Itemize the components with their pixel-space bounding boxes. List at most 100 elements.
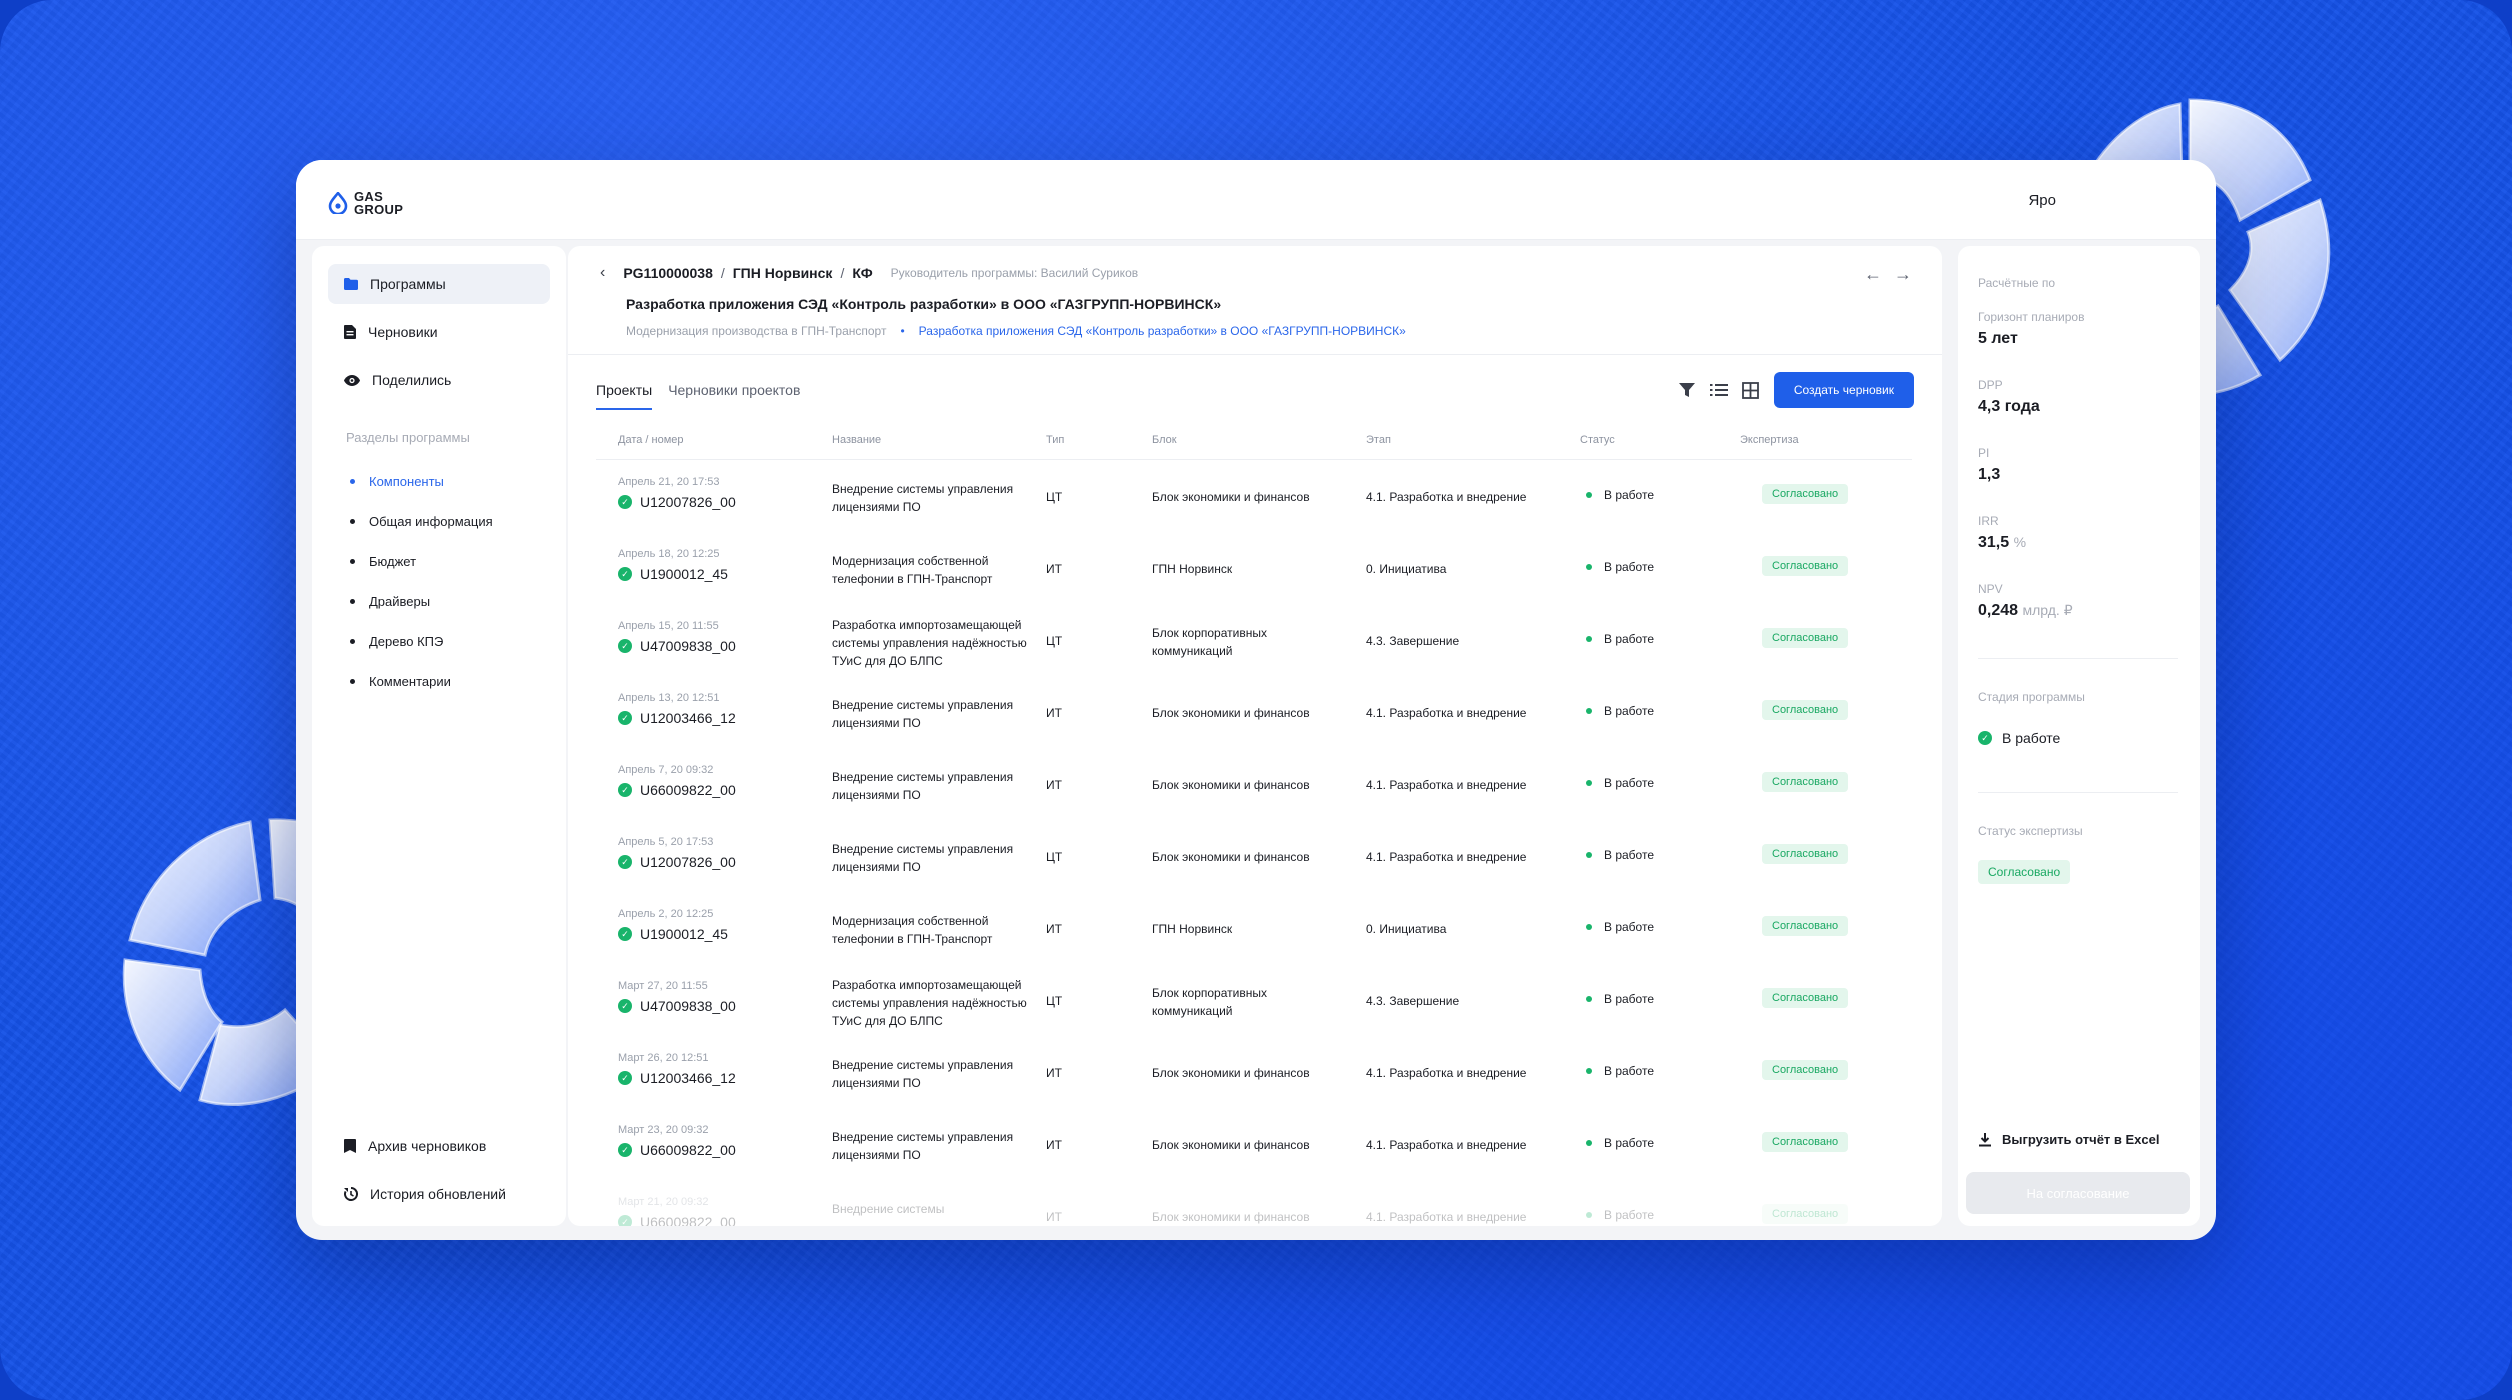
bullet-icon	[350, 479, 355, 484]
archive-icon	[344, 1139, 356, 1153]
column-header-block[interactable]: Блок	[1152, 434, 1177, 446]
arrow-left-icon[interactable]: ←	[1864, 264, 1882, 285]
row-code[interactable]: ✓ U12007826_00	[618, 494, 736, 510]
parent-program[interactable]: Модернизация производства в ГПН-Транспор…	[626, 324, 886, 338]
table-row[interactable]: Март 21, 20 09:32 ✓ U66009822_00 Внедрение …	[596, 1180, 1912, 1226]
row-code[interactable]: ✓ U66009822_00	[618, 1214, 736, 1226]
column-header-date[interactable]: Дата / номер	[618, 434, 684, 446]
list-view-icon[interactable]	[1709, 381, 1728, 399]
column-header-status[interactable]: Статус	[1580, 434, 1615, 446]
row-code[interactable]: ✓ U66009822_00	[618, 1142, 736, 1158]
filter-icon[interactable]	[1678, 381, 1696, 399]
status-dot-icon	[1586, 924, 1592, 930]
row-type: ИТ	[1046, 562, 1062, 576]
check-icon: ✓	[1978, 731, 1992, 745]
table-row[interactable]: Апрель 15, 20 11:55 ✓ U47009838_00 Разработ…	[596, 604, 1912, 676]
table-row[interactable]: Апрель 7, 20 09:32 ✓ U66009822_00 Внедрение…	[596, 748, 1912, 820]
sidebar-item-shared[interactable]: Поделились	[328, 360, 550, 400]
row-type: ИТ	[1046, 706, 1062, 720]
arrow-right-icon[interactable]: →	[1894, 264, 1912, 285]
row-type: ИТ	[1046, 1138, 1062, 1152]
logo: GAS GROUP	[328, 190, 403, 216]
row-name: Внедрение системы управления лицензиями …	[832, 482, 1014, 514]
table-row[interactable]: Апрель 21, 20 17:53 ✓ U12007826_00 Внедрени…	[596, 460, 1912, 532]
toolbar: Создать черновик	[1678, 372, 1914, 408]
breadcrumb-item[interactable]: КФ	[852, 265, 872, 281]
row-code[interactable]: ✓ U1900012_45	[618, 566, 728, 582]
row-code[interactable]: ✓ U1900012_45	[618, 926, 728, 942]
check-icon: ✓	[618, 639, 632, 653]
metric-value: 1,3	[1978, 466, 2001, 483]
back-icon[interactable]: ‹	[600, 264, 605, 282]
row-code[interactable]: ✓ U47009838_00	[618, 998, 736, 1014]
bullet-icon	[350, 519, 355, 524]
row-type: ЦТ	[1046, 850, 1063, 864]
metric-label: NPV	[1978, 582, 2003, 596]
row-code[interactable]: ✓ U66009822_00	[618, 782, 736, 798]
create-draft-button[interactable]: Создать черновик	[1773, 372, 1914, 408]
logo-text: GAS GROUP	[354, 189, 404, 217]
row-code[interactable]: ✓ U12003466_12	[618, 1070, 736, 1086]
breadcrumb-item[interactable]: PG110000038	[623, 265, 713, 281]
row-code[interactable]: ✓ U47009838_00	[618, 638, 736, 654]
gas-drop-icon	[328, 192, 348, 214]
sidebar-item-drafts[interactable]: Черновики	[328, 312, 550, 352]
row-status: В работе	[1586, 776, 1654, 790]
column-header-expertise[interactable]: Экспертиза	[1740, 434, 1799, 446]
tab-project-drafts[interactable]: Черновики проектов	[668, 382, 800, 410]
sidebar-section-components[interactable]: Компоненты	[350, 474, 444, 489]
export-excel-button[interactable]: Выгрузить отчёт в Excel	[1978, 1132, 2159, 1147]
table-row[interactable]: Март 23, 20 09:32 ✓ U66009822_00 Внедрение …	[596, 1108, 1912, 1180]
status-dot-icon	[1586, 564, 1592, 570]
status-badge: Согласовано	[1762, 844, 1849, 864]
column-header-name[interactable]: Название	[832, 434, 881, 446]
column-header-stage[interactable]: Этап	[1366, 434, 1391, 446]
table-row[interactable]: Март 26, 20 12:51 ✓ U12003466_12 Внедрение …	[596, 1036, 1912, 1108]
row-status: В работе	[1586, 560, 1654, 574]
table-row[interactable]: Апрель 13, 20 12:51 ✓ U12003466_12 Внедрени…	[596, 676, 1912, 748]
row-type: ЦТ	[1046, 994, 1063, 1008]
current-program-link[interactable]: Разработка приложения СЭД «Контроль разр…	[919, 324, 1406, 338]
row-date: Апрель 2, 20 12:25	[618, 908, 714, 920]
row-code[interactable]: ✓ U12003466_12	[618, 710, 736, 726]
table-row[interactable]: Март 27, 20 11:55 ✓ U47009838_00 Разработка…	[596, 964, 1912, 1036]
sidebar-section-general-info[interactable]: Общая информация	[350, 514, 493, 529]
row-date: Март 23, 20 09:32	[618, 1124, 709, 1136]
row-block: Блок экономики и финансов	[1152, 1210, 1310, 1224]
status-badge: Согласовано	[1762, 916, 1849, 936]
tab-projects[interactable]: Проекты	[596, 382, 653, 410]
section-label: Комментарии	[369, 674, 451, 689]
stage-status: ✓ В работе	[1978, 730, 2060, 746]
row-name: Модернизация собственной телефонии в ГПН…	[832, 554, 993, 586]
bullet-icon	[350, 599, 355, 604]
sidebar-section-drivers[interactable]: Драйверы	[350, 594, 430, 609]
row-block: Блок корпоративных коммуникаций	[1152, 626, 1267, 658]
sidebar-item-drafts-archive[interactable]: Архив черновиков	[328, 1126, 550, 1166]
table-row[interactable]: Апрель 18, 20 12:25 ✓ U1900012_45 Модерниза…	[596, 532, 1912, 604]
send-for-approval-button[interactable]: На согласование	[1966, 1172, 2190, 1214]
breadcrumb-item[interactable]: ГПН Норвинск	[733, 265, 833, 281]
row-code[interactable]: ✓ U12007826_00	[618, 854, 736, 870]
column-header-type[interactable]: Тип	[1046, 434, 1064, 446]
row-block: Блок корпоративных коммуникаций	[1152, 986, 1267, 1018]
row-name: Внедрение системы управления лицензиями …	[832, 842, 1014, 874]
sidebar-section-comments[interactable]: Комментарии	[350, 674, 451, 689]
top-bar: GAS GROUP Яро	[296, 160, 2216, 240]
sidebar-item-programs[interactable]: Программы	[328, 264, 550, 304]
user-name[interactable]: Яро	[2028, 192, 2056, 209]
check-icon: ✓	[618, 927, 632, 941]
grid-view-icon[interactable]	[1742, 381, 1760, 399]
sidebar-section-kpi-tree[interactable]: Дерево КПЭ	[350, 634, 443, 649]
page-title: Разработка приложения СЭД «Контроль разр…	[626, 296, 1222, 312]
sidebar-section-budget[interactable]: Бюджет	[350, 554, 416, 569]
table-row[interactable]: Апрель 5, 20 17:53 ✓ U12007826_00 Внедрение…	[596, 820, 1912, 892]
table-row[interactable]: Апрель 2, 20 12:25 ✓ U1900012_45 Модернизац…	[596, 892, 1912, 964]
check-icon: ✓	[618, 783, 632, 797]
status-dot-icon	[1586, 996, 1592, 1002]
divider	[1978, 658, 2178, 659]
row-date: Апрель 15, 20 11:55	[618, 620, 719, 632]
app-window: GAS GROUP Яро Программы Черновики Подели…	[296, 160, 2216, 1240]
row-block: Блок экономики и финансов	[1152, 1066, 1310, 1080]
sidebar-item-update-history[interactable]: История обновлений	[328, 1174, 550, 1214]
check-icon: ✓	[618, 999, 632, 1013]
